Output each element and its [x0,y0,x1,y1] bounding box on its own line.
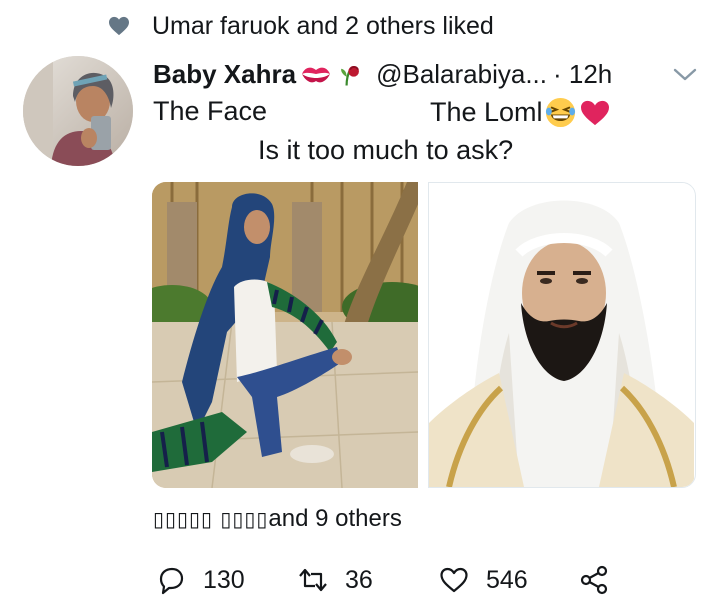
share-icon [580,565,608,595]
retweet-icon [299,568,327,592]
tweet-time[interactable]: · 12h [553,59,612,90]
liked-by[interactable]: ▯▯▯▯▯ ▯▯▯▯ and 9 others [153,505,402,533]
avatar[interactable] [23,56,133,166]
tweet-text-line-1: The Face The Loml [153,96,673,130]
tweet-text-line-2: Is it too much to ask? [258,135,514,165]
reply-icon [159,567,184,595]
reply-count: 130 [203,565,245,594]
tweet-header: Baby Xahra @Balarabiya... · 12h [153,56,698,92]
retweet-count: 36 [345,565,373,594]
grinning-squinting-face-icon [545,97,575,128]
chevron-down-icon[interactable] [672,64,698,84]
avatar-image [23,56,133,166]
liked-by-name: ▯▯▯▯▯ ▯▯▯▯ [153,507,269,531]
tweet-text-the-face: The Face [153,96,268,126]
media-gallery [152,182,696,488]
tweet-text-the-loml: The Loml [430,97,543,127]
display-name[interactable]: Baby Xahra [153,59,296,90]
tweet-actions: 130 36 546 [155,560,625,600]
pink-heart-icon [580,100,609,125]
photo-woman-hijab[interactable] [152,182,418,488]
photo-woman-hijab-image [152,182,418,488]
wilted-rose-icon [341,66,360,86]
photo-man-portrait-image [429,183,694,487]
retweet-button[interactable]: 36 [297,560,373,600]
kiss-mark-icon [302,67,331,83]
tweet-text-right-group: The Loml [430,96,611,129]
user-handle[interactable]: @Balarabiya... [376,59,547,90]
share-button[interactable] [578,560,610,600]
photo-man-portrait[interactable] [428,182,696,488]
like-button[interactable]: 546 [438,560,528,600]
social-context-text: Umar faruok and 2 others liked [152,11,494,40]
like-count: 546 [486,565,528,594]
reply-button[interactable]: 130 [155,560,245,600]
heart-icon [109,16,129,36]
heart-outline-icon [440,567,468,593]
social-context[interactable]: Umar faruok and 2 others liked [108,10,494,42]
liked-by-suffix: and 9 others [268,505,402,532]
